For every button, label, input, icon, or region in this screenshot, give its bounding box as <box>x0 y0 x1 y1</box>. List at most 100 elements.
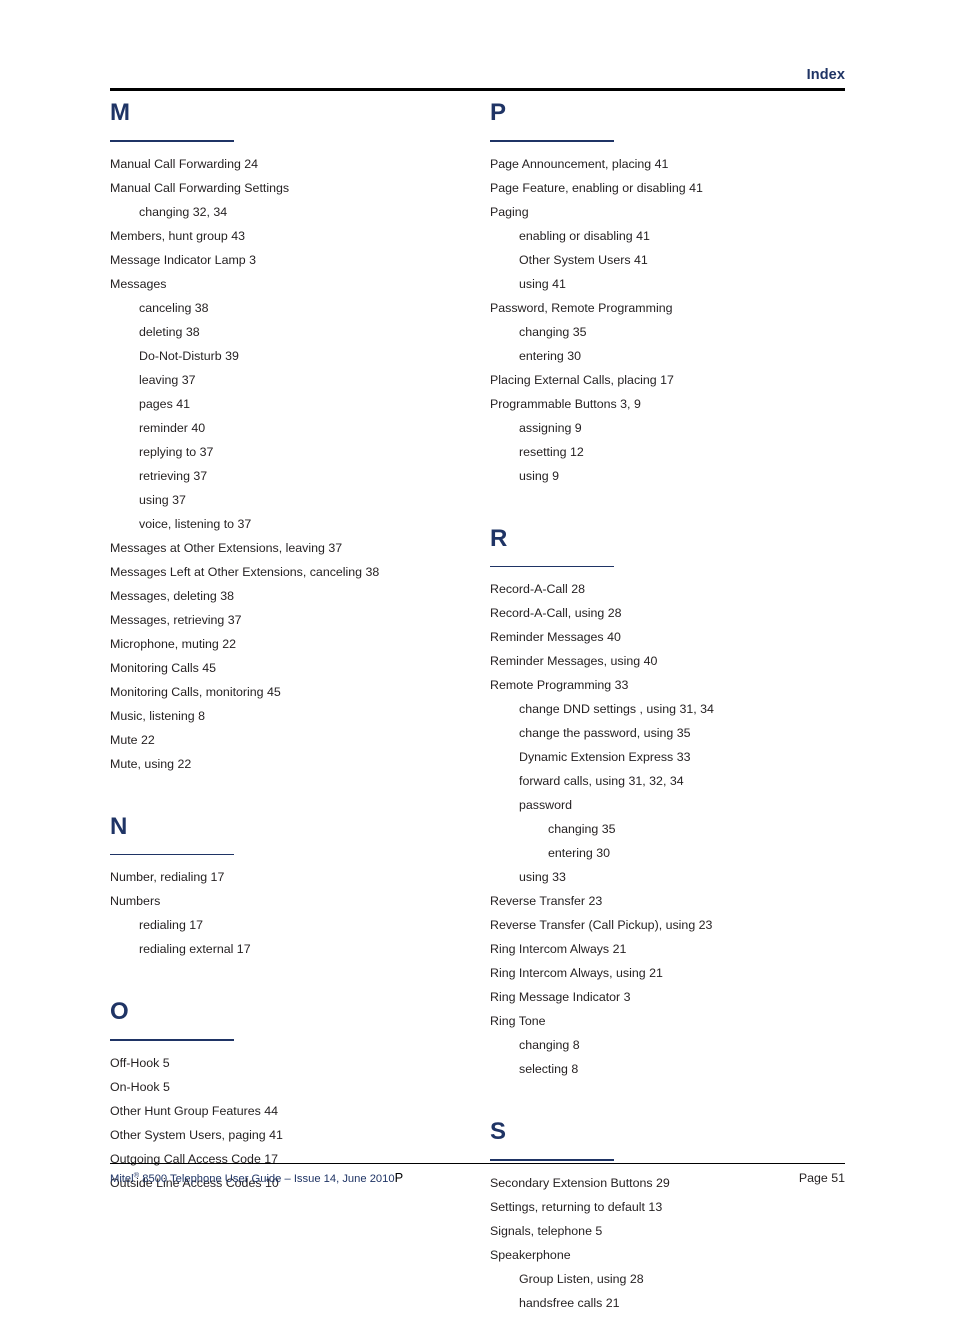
footer-product-name: Mitel <box>110 1173 134 1186</box>
index-entry[interactable]: replying to 37 <box>110 445 490 458</box>
index-entry[interactable]: using 37 <box>110 493 490 506</box>
index-entry[interactable]: Remote Programming 33 <box>490 679 870 692</box>
index-entry[interactable]: Other System Users, paging 41 <box>110 1128 490 1141</box>
index-entry[interactable]: Off-Hook 5 <box>110 1056 490 1069</box>
index-entry[interactable]: forward calls, using 31, 32, 34 <box>490 775 870 788</box>
index-entry[interactable]: Signals, telephone 5 <box>490 1224 870 1237</box>
index-entry[interactable]: Ring Message Indicator 3 <box>490 991 870 1004</box>
index-entry-list: Manual Call Forwarding 24 Manual Call For… <box>110 157 490 770</box>
index-letter-heading: M <box>110 99 130 126</box>
index-entry[interactable]: On-Hook 5 <box>110 1080 490 1093</box>
index-entry[interactable]: using 33 <box>490 871 870 884</box>
index-entry[interactable]: Ring Intercom Always 21 <box>490 943 870 956</box>
footer-page-number: Page 51 <box>798 1171 845 1186</box>
index-entry[interactable]: Reverse Transfer 23 <box>490 895 870 908</box>
index-entry[interactable]: changing 35 <box>490 823 870 836</box>
index-entry[interactable]: Ring Intercom Always, using 21 <box>490 967 870 980</box>
index-entry[interactable]: Reminder Messages 40 <box>490 631 870 644</box>
index-entry[interactable]: Microphone, muting 22 <box>110 637 490 650</box>
index-entry[interactable]: Reminder Messages, using 40 <box>490 655 870 668</box>
footer-guide-details: 8500 Telephone User Guide – Issue 14, Ju… <box>139 1173 395 1186</box>
index-letter-heading: R <box>490 524 508 552</box>
index-entry[interactable]: deleting 38 <box>110 325 490 338</box>
index-entry[interactable]: Number, redialing 17 <box>110 871 490 884</box>
index-entry[interactable]: Messages, deleting 38 <box>110 589 490 602</box>
index-entry[interactable]: Group Listen, using 28 <box>490 1272 870 1285</box>
index-entry-list: Number, redialing 17 Numbers redialing 17 r… <box>110 871 490 956</box>
index-entry[interactable]: Music, listening 8 <box>110 709 490 722</box>
index-entry[interactable]: handsfree calls 21 <box>490 1296 870 1309</box>
footer-guide-text: Mitel® 8500 Telephone User Guide – Issue… <box>110 1171 403 1186</box>
index-entry[interactable]: Page Feature, enabling or disabling 41 <box>490 181 870 194</box>
index-entry[interactable]: Placing External Calls, placing 17 <box>490 373 870 386</box>
index-entry[interactable]: Manual Call Forwarding 24 <box>110 157 490 170</box>
index-entry[interactable]: leaving 37 <box>110 373 490 386</box>
index-entry[interactable]: Paging <box>490 205 870 218</box>
index-entry[interactable]: change DND settings , using 31, 34 <box>490 703 870 716</box>
index-letter-heading: S <box>490 1118 507 1146</box>
index-entry[interactable]: Numbers <box>110 895 490 908</box>
index-entry[interactable]: Monitoring Calls 45 <box>110 661 490 674</box>
index-entry[interactable]: change the password, using 35 <box>490 727 870 740</box>
index-entry[interactable]: Monitoring Calls, monitoring 45 <box>110 685 490 698</box>
index-entry[interactable]: retrieving 37 <box>110 469 490 482</box>
index-entry[interactable]: Manual Call Forwarding Settings <box>110 181 490 194</box>
index-entry[interactable]: canceling 38 <box>110 301 490 314</box>
index-entry[interactable]: assigning 9 <box>490 421 870 434</box>
index-section-m: M Manual Call Forwarding 24 Manual Call Fo… <box>110 100 490 770</box>
index-letter-heading: O <box>110 998 129 1026</box>
index-entry[interactable]: Dynamic Extension Express 33 <box>490 751 870 764</box>
index-entry[interactable]: Other Hunt Group Features 44 <box>110 1104 490 1117</box>
index-entry[interactable]: entering 30 <box>490 847 870 860</box>
index-entry[interactable]: Settings, returning to default 13 <box>490 1200 870 1213</box>
index-entry[interactable]: Do-Not-Disturb 39 <box>110 349 490 362</box>
index-entry-list: Page Announcement, placing 41 Page Featur… <box>490 157 870 482</box>
index-section-r: R Record-A-Call 28 Record-A-Call, using 28… <box>490 524 870 1076</box>
index-letter-divider <box>490 565 614 568</box>
index-entry[interactable]: redialing 17 <box>110 919 490 932</box>
index-entry[interactable]: pages 41 <box>110 397 490 410</box>
index-entry[interactable]: reminder 40 <box>110 421 490 434</box>
index-entry[interactable]: password <box>490 799 870 812</box>
index-entry[interactable]: Record-A-Call, using 28 <box>490 607 870 620</box>
index-entry[interactable]: changing 32, 34 <box>110 205 490 218</box>
index-entry[interactable]: using 41 <box>490 277 870 290</box>
index-entry[interactable]: voice, listening to 37 <box>110 517 490 530</box>
index-entry[interactable]: Password, Remote Programming <box>490 301 870 314</box>
index-column-left: M Manual Call Forwarding 24 Manual Call Fo… <box>110 100 490 1201</box>
index-entry[interactable]: changing 8 <box>490 1039 870 1052</box>
index-entry[interactable]: entering 30 <box>490 349 870 362</box>
index-entry[interactable]: Mute 22 <box>110 733 490 746</box>
index-column-right: P Page Announcement, placing 41 Page Featu… <box>490 100 870 1321</box>
index-entry[interactable]: Reverse Transfer (Call Pickup), using 23 <box>490 919 870 932</box>
footer-divider <box>110 1163 845 1165</box>
index-entry[interactable]: changing 35 <box>490 325 870 338</box>
index-entry[interactable]: enabling or disabling 41 <box>490 229 870 242</box>
index-entry-list: Secondary Extension Buttons 29 Settings, … <box>490 1176 870 1309</box>
index-entry[interactable]: Programmable Buttons 3, 9 <box>490 397 870 410</box>
page-footer: Mitel® 8500 Telephone User Guide – Issue… <box>110 1163 845 1186</box>
index-entry[interactable]: Message Indicator Lamp 3 <box>110 253 490 266</box>
index-entry[interactable]: redialing external 17 <box>110 943 490 956</box>
index-entry[interactable]: Messages at Other Extensions, leaving 37 <box>110 541 490 554</box>
index-entry[interactable]: Mute, using 22 <box>110 757 490 770</box>
index-entry[interactable]: Page Announcement, placing 41 <box>490 157 870 170</box>
index-entry[interactable]: selecting 8 <box>490 1063 870 1076</box>
index-entry[interactable]: Messages, retrieving 37 <box>110 613 490 626</box>
index-entry[interactable]: Ring Tone <box>490 1015 870 1028</box>
index-section-o: O Off-Hook 5 On-Hook 5 Other Hunt Group Fea… <box>110 999 490 1189</box>
index-entry[interactable]: resetting 12 <box>490 445 870 458</box>
index-letter-divider <box>490 140 614 142</box>
index-letter-heading: N <box>110 812 128 840</box>
index-entry[interactable]: using 9 <box>490 469 870 482</box>
page-title: Index <box>806 67 845 83</box>
index-entry[interactable]: Record-A-Call 28 <box>490 583 870 596</box>
index-entry[interactable]: Other System Users 41 <box>490 253 870 266</box>
index-entry[interactable]: Speakerphone <box>490 1248 870 1261</box>
index-entry[interactable]: Messages Left at Other Extensions, cance… <box>110 565 490 578</box>
index-entry[interactable]: Messages <box>110 277 490 290</box>
index-entry[interactable]: Members, hunt group 43 <box>110 229 490 242</box>
